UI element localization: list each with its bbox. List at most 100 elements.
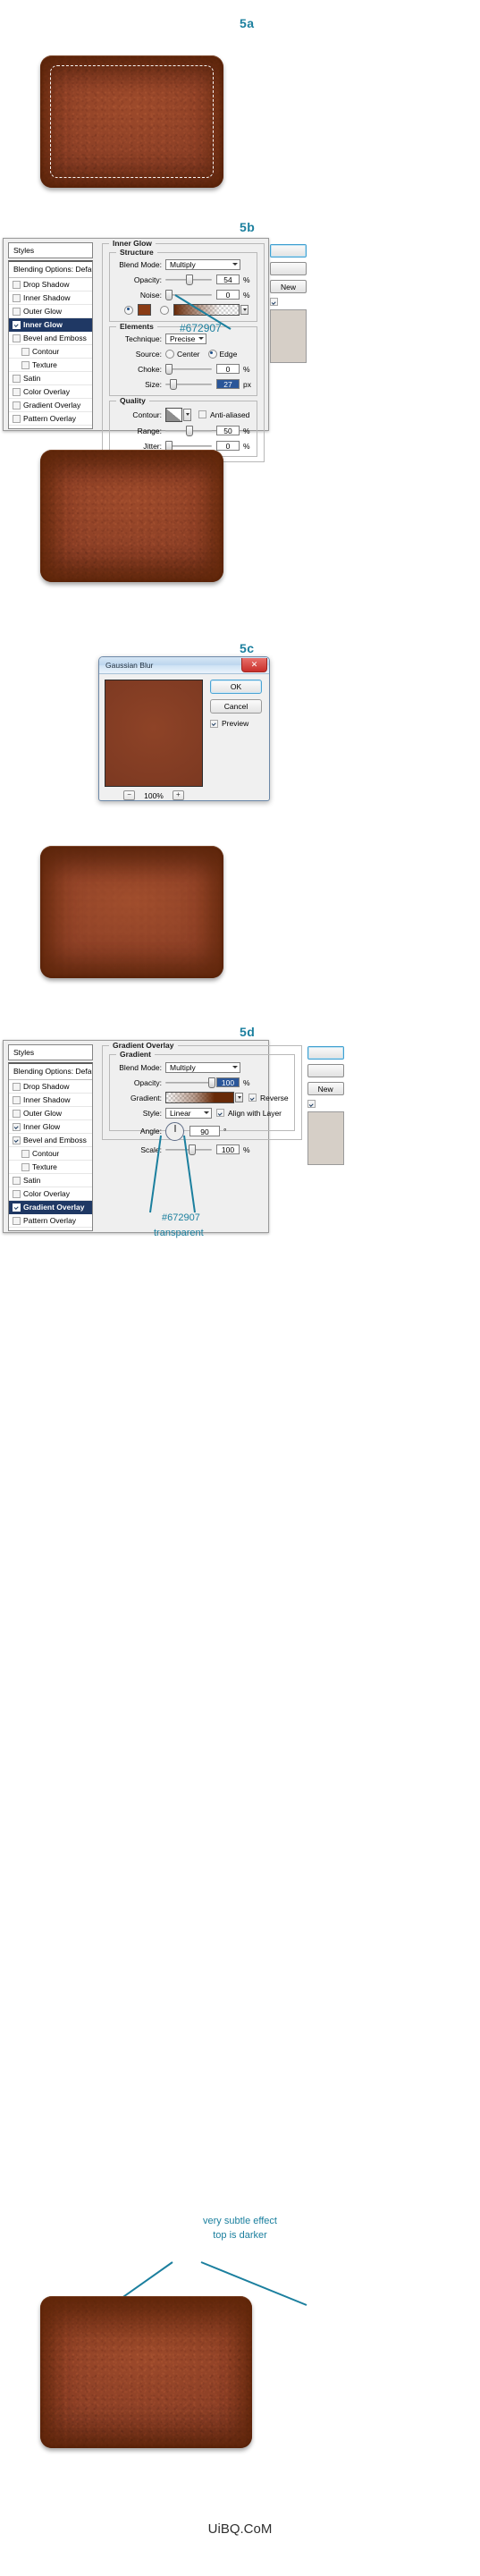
slider-knob[interactable] — [185, 274, 193, 285]
noise-input[interactable]: 0 — [216, 290, 240, 300]
zoom-out-button[interactable]: − — [123, 790, 136, 800]
slider-knob[interactable] — [165, 364, 173, 375]
anti-aliased-row[interactable]: Anti-aliased — [198, 410, 249, 419]
style-row-color-overlay[interactable]: Color Overlay — [9, 1187, 92, 1201]
style-row-stroke[interactable]: Stroke — [9, 1228, 92, 1230]
reverse-checkbox[interactable] — [248, 1094, 257, 1102]
new-style-button[interactable]: New — [307, 1082, 344, 1095]
preview-toggle[interactable]: Preview — [210, 719, 262, 728]
anti-aliased-checkbox[interactable] — [198, 410, 206, 418]
close-icon[interactable]: ✕ — [241, 658, 267, 672]
slider-knob[interactable] — [207, 1077, 215, 1088]
gradient-preview[interactable] — [165, 1092, 234, 1103]
range-input[interactable]: 50 — [216, 426, 240, 435]
style-row-gradient-overlay[interactable]: Gradient Overlay — [9, 399, 92, 412]
style-checkbox[interactable] — [13, 1136, 21, 1144]
slider-knob[interactable] — [189, 1144, 196, 1155]
align-row[interactable]: Align with Layer — [216, 1109, 282, 1118]
gaussian-blur-dialog[interactable]: Gaussian Blur ✕ − 100% + OK Cancel Previ… — [98, 656, 270, 801]
style-row-pattern-overlay[interactable]: Pattern Overlay — [9, 1214, 92, 1228]
contour-preview[interactable] — [165, 407, 182, 422]
style-select[interactable]: Linear — [165, 1107, 212, 1119]
noise-slider[interactable] — [165, 290, 212, 300]
glow-gradient-radio[interactable] — [160, 305, 169, 315]
choke-slider[interactable] — [165, 364, 212, 375]
style-checkbox[interactable] — [21, 347, 29, 356]
ok-button[interactable] — [269, 244, 307, 258]
opacity-slider[interactable] — [165, 274, 212, 285]
style-row-pattern-overlay[interactable]: Pattern Overlay — [9, 412, 92, 426]
style-checkbox[interactable] — [21, 1162, 29, 1171]
cancel-button[interactable] — [269, 262, 307, 275]
style-checkbox[interactable] — [13, 320, 21, 329]
glow-color-swatch[interactable] — [138, 304, 151, 316]
new-style-button[interactable]: New — [269, 280, 307, 293]
style-checkbox[interactable] — [13, 307, 21, 316]
style-row-contour[interactable]: Contour — [9, 345, 92, 359]
size-input[interactable]: 27 — [216, 379, 240, 389]
gradient-dropdown[interactable] — [235, 1093, 243, 1102]
zoom-in-button[interactable]: + — [172, 790, 184, 800]
style-row-texture[interactable]: Texture — [9, 359, 92, 372]
ok-button[interactable] — [307, 1046, 344, 1060]
scale-input[interactable]: 100 — [216, 1144, 240, 1154]
slider-knob[interactable] — [165, 290, 173, 300]
glow-gradient-dropdown[interactable] — [240, 305, 248, 315]
blending-options-row[interactable]: Blending Options: Default — [9, 1064, 92, 1080]
style-checkbox[interactable] — [13, 374, 21, 383]
source-edge-radio[interactable] — [207, 349, 217, 359]
style-row-bevel-and-emboss[interactable]: Bevel and Emboss — [9, 332, 92, 345]
style-row-drop-shadow[interactable]: Drop Shadow — [9, 278, 92, 291]
styles-list[interactable]: Blending Options: Default Drop Shadow Inne… — [8, 260, 93, 429]
ok-button[interactable]: OK — [210, 680, 262, 694]
preview-checkbox[interactable] — [307, 1100, 316, 1108]
style-checkbox[interactable] — [13, 280, 21, 289]
style-row-satin[interactable]: Satin — [9, 1174, 92, 1187]
style-row-drop-shadow[interactable]: Drop Shadow — [9, 1080, 92, 1094]
style-checkbox[interactable] — [13, 1216, 21, 1225]
style-checkbox[interactable] — [13, 1095, 21, 1104]
opacity-input[interactable]: 100 — [216, 1077, 240, 1087]
style-checkbox[interactable] — [13, 1229, 21, 1230]
style-checkbox[interactable] — [13, 1189, 21, 1198]
style-checkbox[interactable] — [21, 1149, 29, 1158]
size-slider[interactable] — [165, 379, 212, 390]
cancel-button[interactable]: Cancel — [210, 699, 262, 714]
style-row-inner-shadow[interactable]: Inner Shadow — [9, 291, 92, 305]
blur-preview-image[interactable] — [105, 680, 203, 787]
style-checkbox[interactable] — [13, 1109, 21, 1118]
style-checkbox[interactable] — [13, 414, 21, 423]
style-row-stroke[interactable]: Stroke — [9, 426, 92, 428]
style-checkbox[interactable] — [13, 1203, 21, 1212]
glow-gradient-preview[interactable] — [173, 304, 240, 316]
style-row-color-overlay[interactable]: Color Overlay — [9, 385, 92, 399]
contour-dropdown[interactable] — [183, 408, 191, 421]
style-row-gradient-overlay[interactable]: Gradient Overlay — [9, 1201, 92, 1214]
style-checkbox[interactable] — [13, 1122, 21, 1131]
style-checkbox[interactable] — [13, 334, 21, 342]
slider-knob[interactable] — [170, 379, 178, 390]
style-checkbox[interactable] — [13, 401, 21, 410]
glow-color-radio[interactable] — [124, 305, 133, 315]
style-row-contour[interactable]: Contour — [9, 1147, 92, 1161]
preview-checkbox[interactable] — [269, 298, 278, 306]
align-with-layer-checkbox[interactable] — [216, 1109, 224, 1117]
scale-slider[interactable] — [165, 1144, 212, 1155]
slider-knob[interactable] — [185, 426, 193, 436]
opacity-slider[interactable] — [165, 1077, 215, 1088]
style-checkbox[interactable] — [13, 387, 21, 396]
style-checkbox[interactable] — [13, 1082, 21, 1091]
preview-toggle[interactable] — [307, 1100, 344, 1108]
styles-list[interactable]: Blending Options: Default Drop Shadow Inne… — [8, 1062, 93, 1231]
layer-style-dialog-gradient-overlay[interactable]: Styles Blending Options: Default Drop Sha… — [3, 1040, 344, 1233]
style-checkbox[interactable] — [21, 360, 29, 369]
technique-select[interactable]: Precise — [165, 333, 206, 344]
style-checkbox[interactable] — [13, 1176, 21, 1185]
choke-input[interactable]: 0 — [216, 364, 240, 374]
style-row-inner-glow[interactable]: Inner Glow — [9, 1120, 92, 1134]
blending-options-row[interactable]: Blending Options: Default — [9, 262, 92, 278]
style-checkbox[interactable] — [13, 427, 21, 428]
angle-dial[interactable] — [165, 1121, 184, 1141]
style-row-inner-shadow[interactable]: Inner Shadow — [9, 1094, 92, 1107]
blend-mode-select[interactable]: Multiply — [165, 1061, 240, 1073]
